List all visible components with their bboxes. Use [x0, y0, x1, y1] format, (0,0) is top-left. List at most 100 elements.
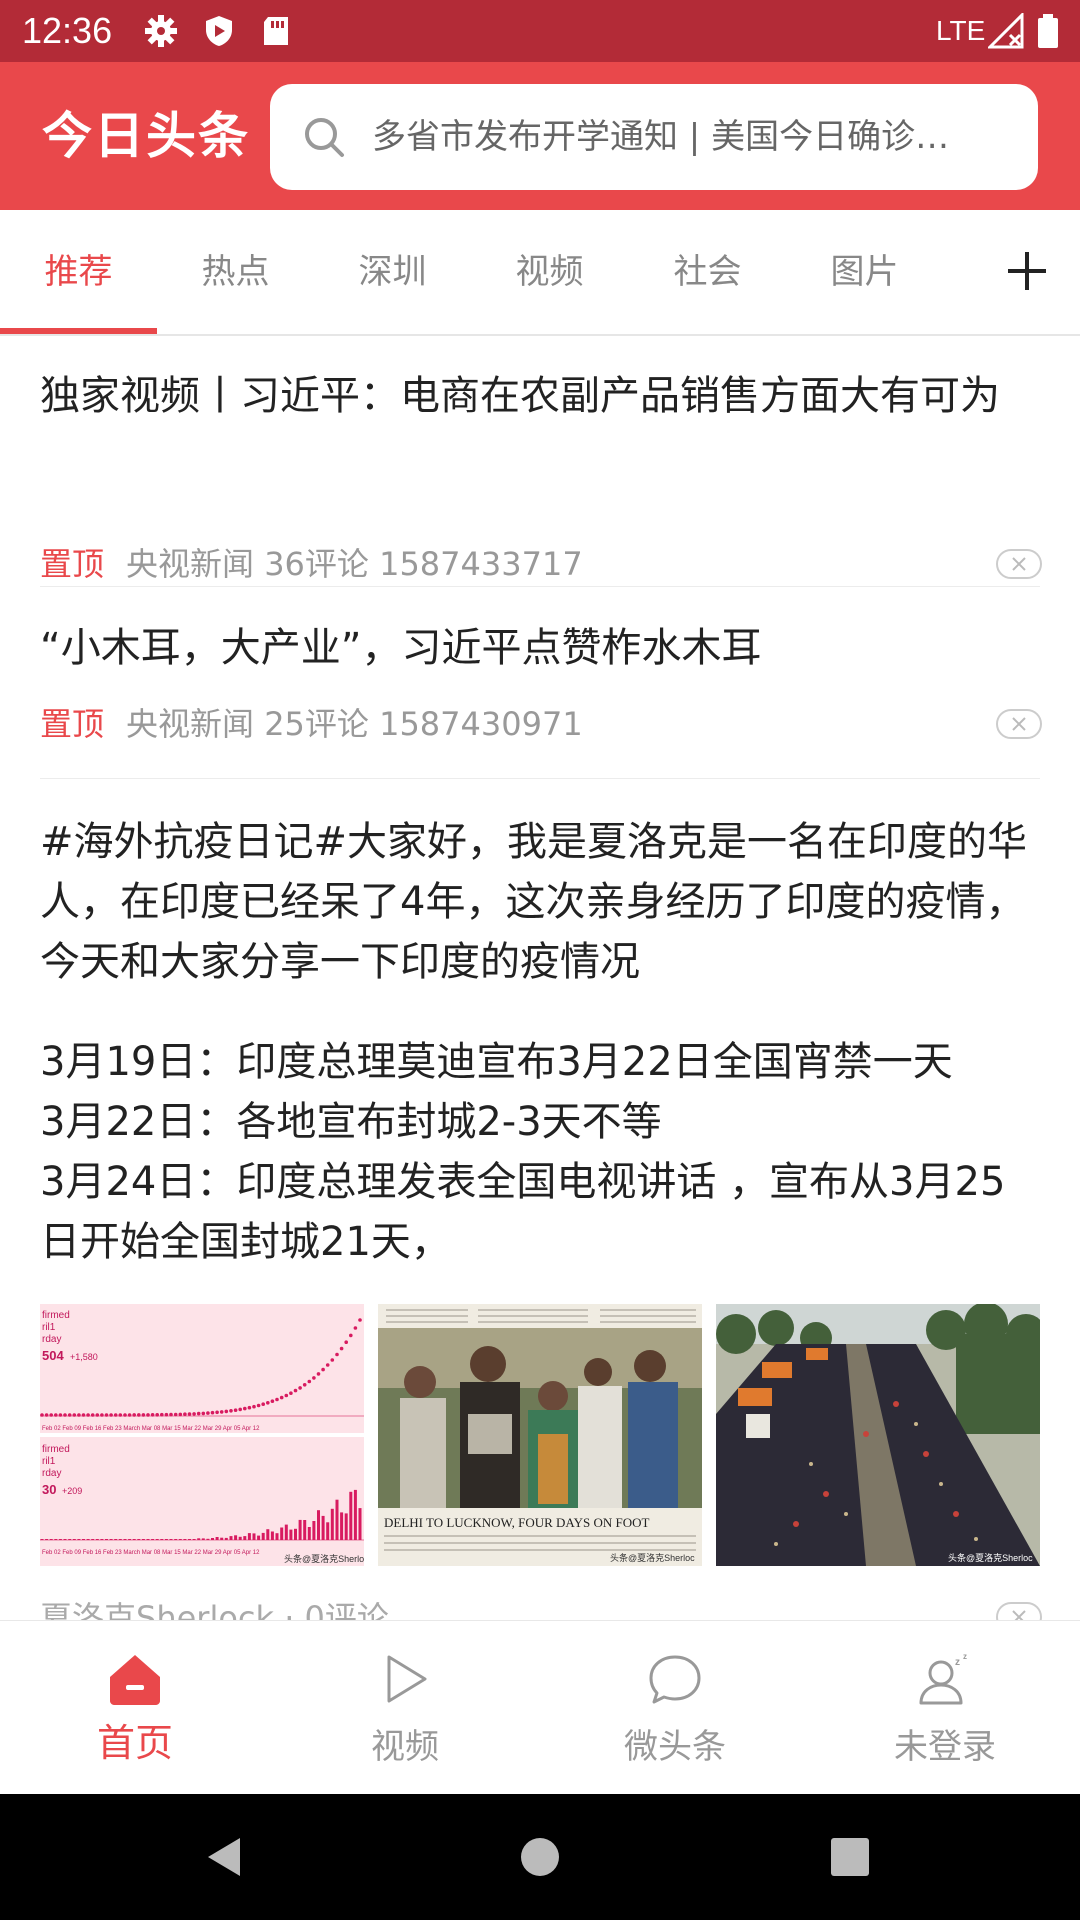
chart-bar	[105, 1539, 108, 1540]
nav-label: 首页	[96, 1721, 173, 1765]
chart-series-top	[40, 1318, 362, 1417]
chart-bar	[169, 1539, 173, 1540]
chart-dot	[173, 1412, 178, 1417]
chart-bar	[303, 1520, 307, 1540]
chart-bar	[247, 1533, 251, 1540]
chart-image[interactable]: firmed ril1 rday 504 +1,580 Feb 02 Feb 0…	[40, 1304, 364, 1566]
back-icon[interactable]	[200, 1832, 250, 1882]
chart-bar	[188, 1539, 191, 1540]
chart-dot	[358, 1318, 362, 1322]
chart-bar	[353, 1489, 357, 1540]
chart-dot	[192, 1412, 196, 1416]
play-icon	[387, 1655, 427, 1703]
crowd-photo[interactable]: 头条@夏洛克Sherloc	[716, 1304, 1040, 1566]
chart-dot	[261, 1402, 265, 1406]
chart-bar	[132, 1539, 136, 1540]
chart-bar	[118, 1539, 122, 1540]
status-time: 12:36	[22, 10, 113, 51]
chart-bar	[234, 1535, 238, 1540]
list-item[interactable]: “小木耳，大产业”，习近平点赞柞水木耳 置顶 央视新闻 25评论 15874309…	[40, 618, 1042, 758]
chart-bar	[211, 1538, 214, 1540]
pinned-badge: 置顶	[40, 705, 105, 743]
dismiss-button[interactable]	[996, 549, 1042, 579]
chart-dot	[206, 1411, 210, 1415]
chart-dot	[104, 1413, 109, 1417]
user-sleep-icon: z z	[919, 1652, 967, 1705]
nav-home[interactable]: 首页	[0, 1621, 270, 1795]
signal-icon	[988, 13, 1024, 49]
article-meta: 夏洛克Sherlock · 0评论	[40, 1599, 389, 1620]
chart-dot	[339, 1346, 344, 1351]
recents-icon[interactable]	[825, 1832, 875, 1882]
nav-video[interactable]: 视频	[270, 1621, 540, 1795]
chart-dot	[256, 1403, 261, 1408]
chart-dot	[233, 1408, 238, 1412]
chart-dot	[63, 1413, 67, 1417]
chart-dot	[178, 1412, 183, 1417]
chart-bar	[261, 1532, 265, 1540]
chart-dot	[77, 1413, 81, 1417]
chart-bar	[174, 1539, 178, 1540]
list-item[interactable]: #海外抗疫日记#大家好，我是夏洛克是一名在印度的华人，在印度已经呆了4年，这次亲…	[40, 812, 1040, 1272]
nav-label: 未登录	[894, 1727, 996, 1767]
tab-hot[interactable]: 热点	[157, 250, 314, 294]
tab-society[interactable]: 社会	[629, 250, 786, 294]
dismiss-button[interactable]	[996, 1602, 1042, 1620]
chart-bar	[86, 1539, 90, 1540]
chart-bar	[201, 1538, 205, 1540]
add-icon[interactable]	[1004, 248, 1050, 294]
chart-dot	[353, 1326, 358, 1330]
divider	[40, 586, 1040, 587]
chart-dot	[141, 1413, 146, 1417]
search-placeholder: 多省市发布开学通知 | 美国今日确诊…	[372, 117, 950, 157]
gear-icon	[145, 15, 177, 47]
chart-bar	[275, 1533, 279, 1540]
list-item[interactable]: 独家视频丨习近平：电商在农副产品销售方面大有可为 置顶 央视新闻 36评论 158…	[40, 366, 1042, 583]
dismiss-button[interactable]	[996, 709, 1042, 739]
chart-bar	[183, 1539, 187, 1540]
chart-dot	[335, 1352, 339, 1357]
home-circle-icon[interactable]	[515, 1832, 565, 1882]
tab-shenzhen[interactable]: 深圳	[314, 250, 471, 294]
chart-dot	[146, 1413, 150, 1417]
chart-bar	[238, 1536, 242, 1540]
chart-bar	[54, 1539, 58, 1540]
chart-bar	[151, 1539, 155, 1540]
chart-value: 30	[42, 1482, 56, 1497]
system-navigation	[0, 1794, 1080, 1920]
chart-bar	[123, 1539, 127, 1540]
chart-bar	[197, 1538, 201, 1540]
active-tab-indicator	[0, 328, 157, 334]
chart-bar	[160, 1539, 164, 1540]
svg-text:z: z	[963, 1652, 967, 1661]
chart-dot	[127, 1413, 132, 1417]
nav-account[interactable]: z z 未登录	[810, 1621, 1080, 1795]
search-bar[interactable]: 多省市发布开学通知 | 美国今日确诊…	[270, 84, 1038, 190]
chart-label: firmed	[42, 1310, 70, 1321]
chart-bar	[63, 1539, 67, 1540]
chart-bar	[257, 1535, 261, 1540]
chart-dot	[307, 1379, 312, 1384]
nav-weitoutiao[interactable]: 微头条	[540, 1621, 810, 1795]
watermark: 头条@夏洛克Sherloc	[948, 1552, 1033, 1563]
chat-bubble-icon	[649, 1655, 701, 1704]
divider	[40, 778, 1040, 779]
news-photo[interactable]: DELHI TO LUCKNOW, FOUR DAYS ON FOOT 头条@夏…	[378, 1304, 702, 1566]
chart-bar	[252, 1533, 256, 1540]
chart-dot	[312, 1376, 316, 1380]
crowd-photo-image: 头条@夏洛克Sherloc	[716, 1304, 1040, 1566]
chart-bar	[109, 1539, 113, 1540]
shield-icon	[206, 16, 232, 46]
tab-pictures[interactable]: 图片	[786, 250, 943, 294]
chart-dot	[86, 1413, 90, 1417]
tab-recommend[interactable]: 推荐	[0, 250, 157, 294]
chart-dot	[224, 1409, 229, 1414]
chart-bar	[49, 1539, 53, 1540]
bottom-navigation: 首页 视频 微头条 z z 未登录	[0, 1620, 1080, 1794]
tab-video[interactable]: 视频	[471, 250, 628, 294]
chart-dot	[160, 1412, 164, 1417]
list-item[interactable]: 夏洛克Sherlock · 0评论	[40, 1598, 1042, 1620]
chart-bar	[229, 1536, 233, 1540]
chart-bar	[344, 1513, 348, 1540]
chart-dot	[321, 1367, 325, 1372]
